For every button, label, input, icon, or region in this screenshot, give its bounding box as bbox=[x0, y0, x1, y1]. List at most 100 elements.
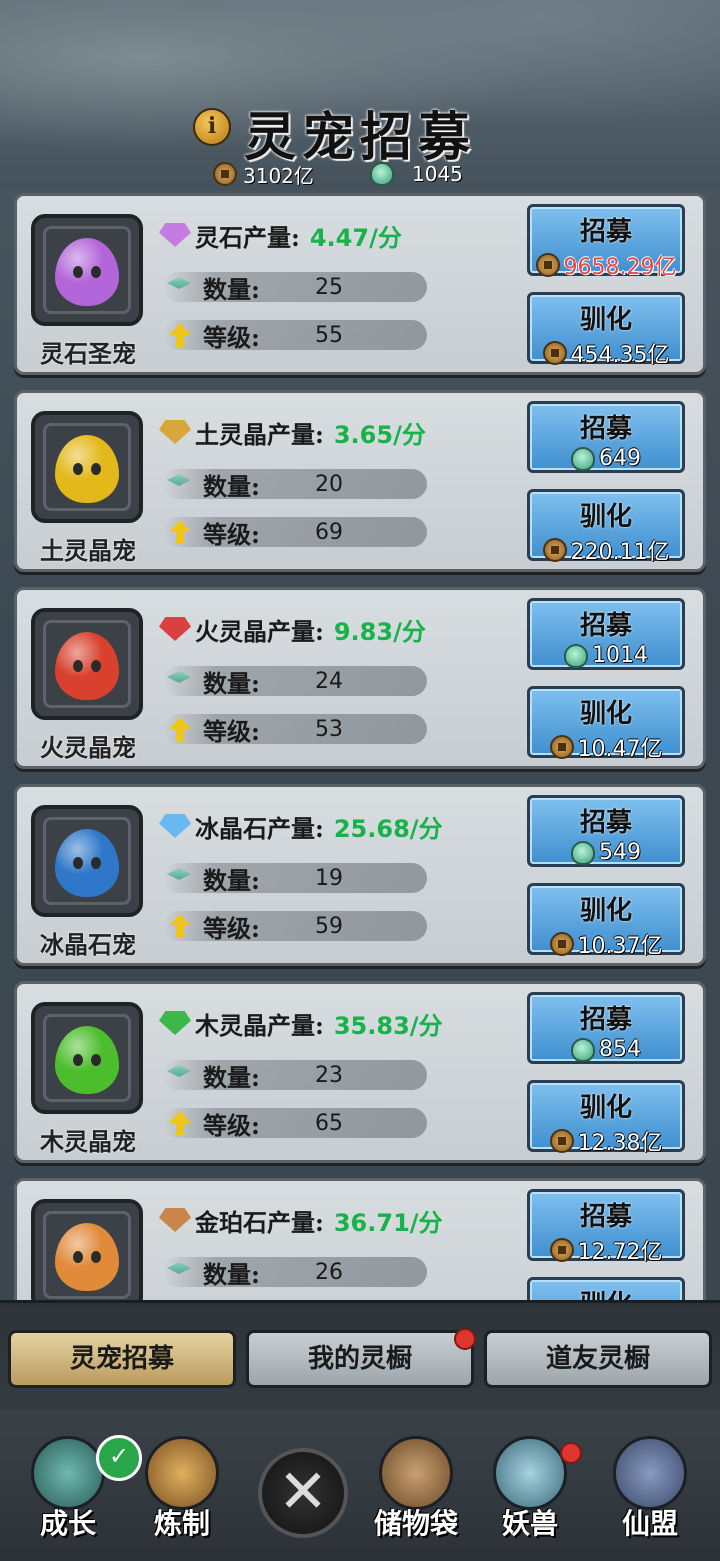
recruit-cost: 649 bbox=[599, 446, 641, 471]
tame-button[interactable]: 驯化 10.47亿 bbox=[527, 686, 685, 762]
notification-dot bbox=[454, 1328, 476, 1350]
pet-portrait[interactable] bbox=[31, 411, 143, 523]
close-icon: ✕ bbox=[277, 1457, 329, 1527]
tame-button[interactable]: 驯化 220.11亿 bbox=[527, 489, 685, 565]
layers-icon bbox=[167, 671, 191, 683]
pet-sprite bbox=[55, 632, 119, 700]
pet-card: 灵石圣宠 灵石产量: 4.47/分 数量: 25 等级: 55 招募 9658.… bbox=[14, 193, 706, 375]
notification-dot bbox=[560, 1442, 582, 1464]
pet-eye bbox=[91, 660, 101, 672]
tame-cost-row: 10.47亿 bbox=[530, 731, 682, 763]
pet-sprite bbox=[55, 1223, 119, 1291]
nav-label: 妖兽 bbox=[501, 1507, 558, 1540]
count-value: 19 bbox=[315, 865, 343, 891]
coin-icon bbox=[213, 162, 237, 186]
level-row: 等级: 69 bbox=[163, 517, 427, 549]
recruit-label: 招募 bbox=[579, 1005, 632, 1035]
count-value: 23 bbox=[315, 1062, 343, 1088]
pet-card: 金珀石产量: 36.71/分 数量: 26 招募 12.72亿 驯化 bbox=[14, 1178, 706, 1310]
pet-list[interactable]: 灵石圣宠 灵石产量: 4.47/分 数量: 25 等级: 55 招募 9658.… bbox=[0, 190, 720, 1310]
resource-line: 木灵晶产量: 35.83/分 bbox=[159, 1006, 443, 1040]
nav-alliance[interactable]: 仙盟 bbox=[600, 1430, 700, 1550]
count-row: 数量: 19 bbox=[163, 863, 427, 895]
count-row: 数量: 20 bbox=[163, 469, 427, 501]
level-label: 等级: bbox=[203, 913, 260, 943]
resource-label: 金珀石产量: bbox=[195, 1207, 324, 1237]
pet-sprite bbox=[55, 435, 119, 503]
coin-icon bbox=[549, 932, 574, 956]
coin-icon bbox=[549, 735, 574, 759]
pet-portrait[interactable] bbox=[31, 805, 143, 917]
pet-eye bbox=[91, 1251, 101, 1263]
count-value: 24 bbox=[315, 668, 343, 694]
level-label: 等级: bbox=[203, 519, 260, 549]
tab-my-cabinet[interactable]: 我的灵橱 bbox=[246, 1330, 474, 1388]
resource-label: 火灵晶产量: bbox=[195, 616, 324, 646]
pet-eye bbox=[91, 463, 101, 475]
spirit-stone-amount: 3102亿 bbox=[243, 163, 314, 188]
recruit-cost-row: 9658.29亿 bbox=[530, 249, 682, 281]
recruit-button[interactable]: 招募 549 bbox=[527, 795, 685, 867]
nav-bag[interactable]: 储物袋 bbox=[366, 1430, 466, 1550]
pet-card: 火灵晶宠 火灵晶产量: 9.83/分 数量: 24 等级: 53 招募 1014… bbox=[14, 587, 706, 769]
level-label: 等级: bbox=[203, 322, 260, 352]
coin-icon bbox=[542, 341, 567, 365]
resource-rate: 3.65/分 bbox=[333, 420, 426, 449]
forge-icon bbox=[145, 1436, 219, 1510]
pet-portrait[interactable] bbox=[31, 1199, 143, 1310]
recruit-button[interactable]: 招募 12.72亿 bbox=[527, 1189, 685, 1265]
jade-icon bbox=[571, 446, 595, 471]
count-value: 26 bbox=[315, 1259, 343, 1285]
count-label: 数量: bbox=[203, 471, 260, 501]
recruit-label: 招募 bbox=[579, 217, 632, 247]
alliance-icon bbox=[613, 1436, 687, 1510]
gem-icon bbox=[159, 1011, 191, 1035]
level-label: 等级: bbox=[203, 1110, 260, 1140]
pet-eye bbox=[73, 1251, 83, 1263]
recruit-cost: 1014 bbox=[592, 643, 648, 668]
nav-label: 炼制 bbox=[153, 1507, 210, 1540]
tame-label: 驯化 bbox=[579, 305, 632, 335]
tab-pet-recruit[interactable]: 灵宠招募 bbox=[8, 1330, 236, 1388]
jade-counter: 1045 bbox=[370, 160, 463, 188]
recruit-cost: 549 bbox=[599, 840, 641, 865]
pet-portrait[interactable] bbox=[31, 1002, 143, 1114]
level-up-icon bbox=[169, 323, 191, 347]
tab-friend-cabinet[interactable]: 道友灵橱 bbox=[484, 1330, 712, 1388]
layers-icon bbox=[167, 277, 191, 289]
recruit-cost-row: 12.72亿 bbox=[530, 1234, 682, 1266]
jade-icon bbox=[370, 162, 394, 186]
tame-cost-row: 220.11亿 bbox=[530, 534, 682, 566]
level-value: 69 bbox=[315, 519, 343, 545]
bag-icon bbox=[379, 1436, 453, 1510]
recruit-button[interactable]: 招募 9658.29亿 bbox=[527, 204, 685, 280]
level-value: 59 bbox=[315, 913, 343, 939]
pet-portrait[interactable] bbox=[31, 214, 143, 326]
recruit-label: 招募 bbox=[579, 808, 632, 838]
level-row: 等级: 55 bbox=[163, 320, 427, 352]
count-value: 25 bbox=[315, 274, 343, 300]
resource-label: 土灵晶产量: bbox=[195, 419, 324, 449]
recruit-button[interactable]: 招募 649 bbox=[527, 401, 685, 473]
gem-icon bbox=[159, 420, 191, 444]
nav-forge[interactable]: 炼制 bbox=[132, 1430, 232, 1550]
pet-portrait[interactable] bbox=[31, 608, 143, 720]
growth-icon bbox=[31, 1436, 105, 1510]
recruit-button[interactable]: 招募 1014 bbox=[527, 598, 685, 670]
tame-button[interactable]: 驯化 10.37亿 bbox=[527, 883, 685, 959]
tame-cost: 10.37亿 bbox=[577, 934, 663, 959]
gem-icon bbox=[159, 617, 191, 641]
recruit-button[interactable]: 招募 854 bbox=[527, 992, 685, 1064]
gem-icon bbox=[159, 223, 191, 247]
spirit-stone-counter: 3102亿 bbox=[213, 160, 314, 188]
coin-icon bbox=[549, 1238, 574, 1262]
coin-icon bbox=[535, 253, 560, 277]
page-title-wrap: 灵宠招募 bbox=[0, 95, 720, 168]
resource-line: 火灵晶产量: 9.83/分 bbox=[159, 612, 426, 646]
close-button[interactable]: ✕ bbox=[258, 1448, 348, 1538]
recruit-cost: 12.72亿 bbox=[577, 1240, 663, 1265]
count-label: 数量: bbox=[203, 1259, 260, 1289]
tame-button[interactable]: 驯化 454.35亿 bbox=[527, 292, 685, 368]
pet-eye bbox=[73, 266, 83, 278]
tame-button[interactable]: 驯化 12.38亿 bbox=[527, 1080, 685, 1156]
